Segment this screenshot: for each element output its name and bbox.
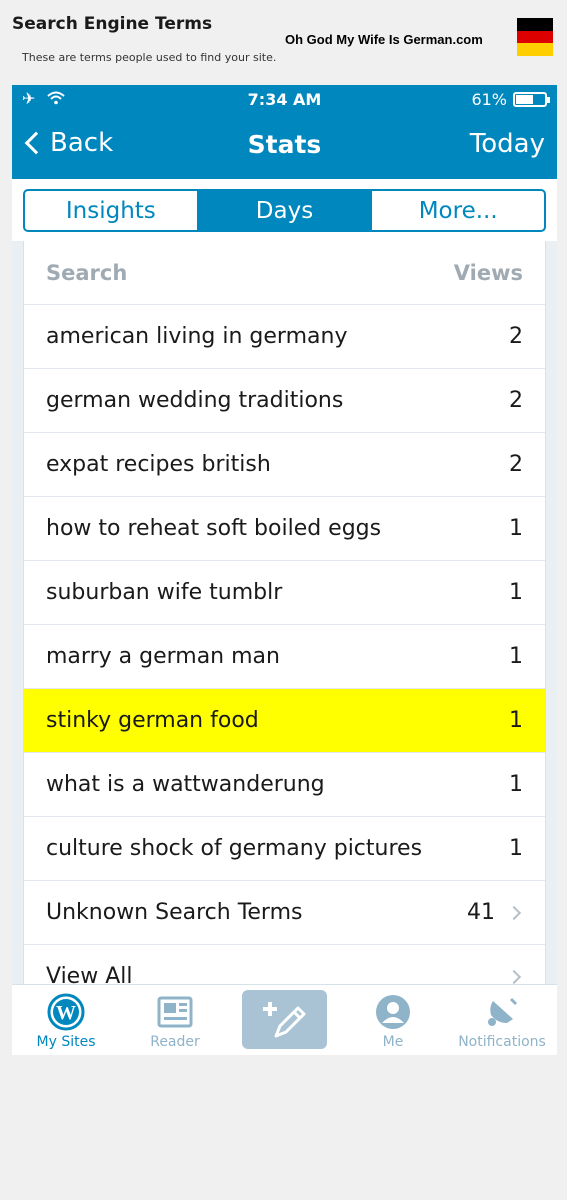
table-row[interactable]: expat recipes british 2 bbox=[24, 433, 545, 497]
table-row[interactable]: how to reheat soft boiled eggs 1 bbox=[24, 497, 545, 561]
segment-more[interactable]: More... bbox=[370, 191, 544, 230]
unknown-terms-label: Unknown Search Terms bbox=[46, 900, 303, 925]
page-subtitle: These are terms people used to find your… bbox=[22, 51, 277, 64]
tab-label: My Sites bbox=[36, 1034, 96, 1050]
view-count: 1 bbox=[509, 580, 523, 605]
bell-icon bbox=[488, 997, 518, 1026]
segment-days[interactable]: Days bbox=[196, 191, 371, 230]
view-all-row[interactable]: View All bbox=[24, 945, 545, 985]
navigation-bar: Back Stats Today bbox=[12, 115, 557, 179]
table-row[interactable]: suburban wife tumblr 1 bbox=[24, 561, 545, 625]
segment-container: Insights Days More... bbox=[12, 179, 557, 241]
table-header: Search Views bbox=[24, 241, 545, 305]
write-post-icon bbox=[262, 1001, 305, 1037]
search-term: german wedding traditions bbox=[46, 388, 344, 413]
page-header: Search Engine Terms These are terms peop… bbox=[0, 0, 567, 85]
page-title: Search Engine Terms bbox=[12, 14, 213, 34]
search-term: american living in germany bbox=[46, 324, 348, 349]
tab-reader[interactable]: Reader bbox=[135, 985, 215, 1055]
write-post-button[interactable] bbox=[242, 990, 327, 1049]
svg-text:W: W bbox=[56, 1002, 76, 1024]
tab-me[interactable]: Me bbox=[353, 985, 433, 1055]
search-term: expat recipes british bbox=[46, 452, 271, 477]
reader-icon bbox=[157, 996, 193, 1028]
wordpress-icon: W bbox=[47, 993, 85, 1031]
blog-name: Oh God My Wife Is German.com bbox=[285, 32, 483, 47]
view-all-label: View All bbox=[46, 964, 133, 985]
search-term: what is a wattwanderung bbox=[46, 772, 325, 797]
search-term: marry a german man bbox=[46, 644, 280, 669]
table-row[interactable]: marry a german man 1 bbox=[24, 625, 545, 689]
german-flag-logo bbox=[517, 18, 553, 56]
view-count: 1 bbox=[509, 772, 523, 797]
tab-label: Me bbox=[382, 1034, 404, 1050]
profile-icon bbox=[376, 995, 410, 1029]
view-count: 2 bbox=[509, 388, 523, 413]
tab-label: Reader bbox=[150, 1034, 200, 1050]
search-term: culture shock of germany pictures bbox=[46, 836, 423, 861]
battery-status: 61% bbox=[471, 90, 550, 109]
battery-icon bbox=[513, 92, 550, 107]
view-count: 2 bbox=[509, 324, 523, 349]
tab-label: Notifications bbox=[458, 1034, 546, 1050]
battery-percent: 61% bbox=[471, 90, 507, 109]
table-row[interactable]: culture shock of germany pictures 1 bbox=[24, 817, 545, 881]
chevron-right-icon bbox=[506, 969, 522, 984]
phone-screen: ✈ 7:34 AM 61% Back Stats Today Insights bbox=[12, 85, 557, 1055]
search-terms-card: Search Views american living in germany … bbox=[23, 241, 546, 985]
search-term: suburban wife tumblr bbox=[46, 580, 283, 605]
tab-notifications[interactable]: Notifications bbox=[452, 985, 552, 1055]
tab-my-sites[interactable]: W My Sites bbox=[26, 985, 106, 1055]
status-bar: ✈ 7:34 AM 61% bbox=[12, 85, 557, 115]
tab-bar: W My Sites Reader Me Notifications bbox=[12, 984, 557, 1055]
search-term: stinky german food bbox=[46, 708, 259, 733]
view-count: 1 bbox=[509, 836, 523, 861]
segment-insights[interactable]: Insights bbox=[25, 191, 197, 230]
view-count: 2 bbox=[509, 452, 523, 477]
table-row[interactable]: german wedding traditions 2 bbox=[24, 369, 545, 433]
table-row[interactable]: american living in germany 2 bbox=[24, 305, 545, 369]
view-count: 1 bbox=[509, 644, 523, 669]
today-button[interactable]: Today bbox=[470, 129, 545, 159]
view-count: 1 bbox=[509, 516, 523, 541]
chevron-right-icon bbox=[506, 905, 522, 920]
table-row-highlighted[interactable]: stinky german food 1 bbox=[24, 689, 545, 753]
column-header-views: Views bbox=[453, 260, 523, 285]
view-count: 1 bbox=[509, 708, 523, 733]
column-header-search: Search bbox=[46, 260, 128, 285]
unknown-search-terms-row[interactable]: Unknown Search Terms 41 bbox=[24, 881, 545, 945]
segmented-control: Insights Days More... bbox=[23, 189, 546, 232]
unknown-terms-count: 41 bbox=[467, 900, 495, 925]
table-row[interactable]: what is a wattwanderung 1 bbox=[24, 753, 545, 817]
search-term: how to reheat soft boiled eggs bbox=[46, 516, 382, 541]
